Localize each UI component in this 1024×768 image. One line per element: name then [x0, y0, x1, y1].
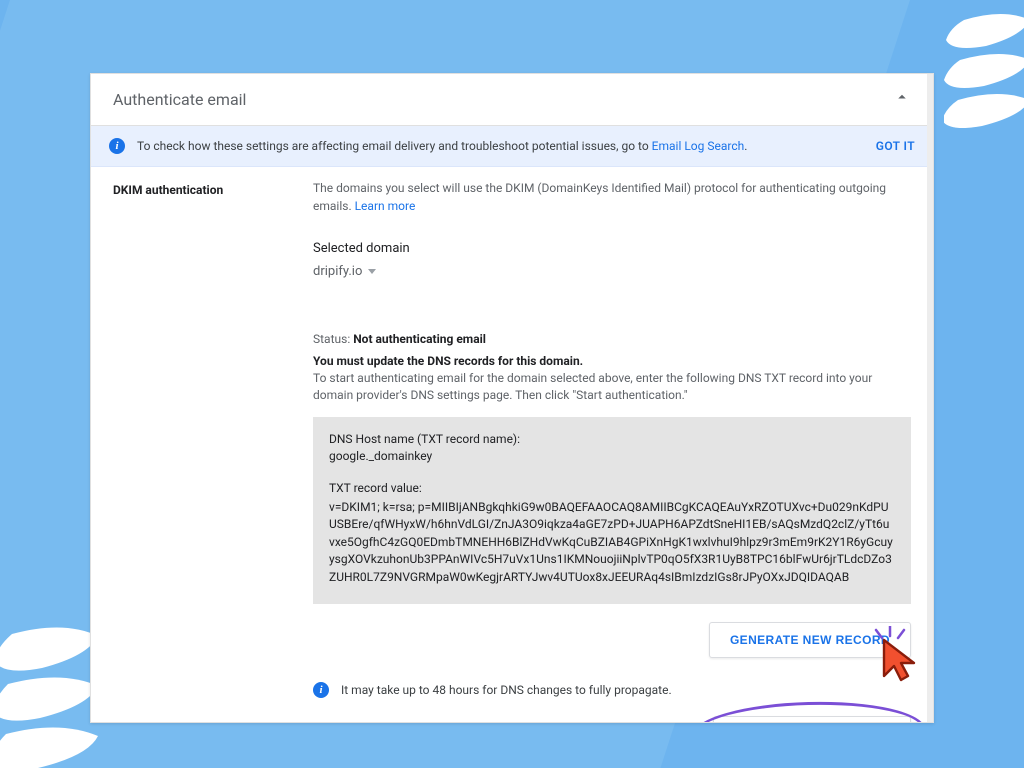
panel-header[interactable]: Authenticate email [91, 74, 933, 126]
dns-host-value: google._domainkey [329, 448, 895, 465]
info-icon: i [109, 138, 125, 154]
dns-record-box: DNS Host name (TXT record name): google.… [313, 417, 911, 604]
learn-more-link[interactable]: Learn more [355, 199, 416, 213]
settings-panel: Authenticate email i To check how these … [90, 73, 934, 723]
txt-record-value: v=DKIM1; k=rsa; p=MIIBIjANBgkqhkiG9w0BAQ… [329, 499, 895, 586]
section-heading: DKIM authentication [113, 179, 313, 723]
selected-domain-label: Selected domain [313, 241, 911, 256]
email-log-search-link[interactable]: Email Log Search [652, 139, 745, 153]
info-icon: i [313, 682, 329, 698]
dns-host-label: DNS Host name (TXT record name): [329, 431, 895, 448]
section-content: The domains you select will use the DKIM… [313, 179, 911, 723]
status-value: Not authenticating email [353, 332, 486, 346]
panel-body: DKIM authentication The domains you sele… [91, 167, 933, 723]
section-description: The domains you select will use the DKIM… [313, 179, 911, 215]
collapse-icon[interactable] [893, 87, 911, 112]
banner-text: To check how these settings are affectin… [137, 139, 747, 153]
got-it-button[interactable]: GOT IT [876, 139, 915, 153]
must-update-text: You must update the DNS records for this… [313, 354, 911, 368]
start-authentication-button[interactable]: START AUTHENTICATION [713, 716, 911, 723]
propagation-note: i It may take up to 48 hours for DNS cha… [313, 682, 911, 698]
status-line: Status: Not authenticating email [313, 332, 911, 346]
scrollbar-track[interactable] [927, 74, 933, 722]
domain-value: dripify.io [313, 264, 362, 279]
domain-dropdown[interactable]: dripify.io [313, 264, 376, 279]
generate-new-record-button[interactable]: GENERATE NEW RECORD [709, 622, 911, 658]
instructions-text: To start authenticating email for the do… [313, 370, 911, 405]
dropdown-caret-icon [368, 269, 376, 274]
info-banner: i To check how these settings are affect… [91, 126, 933, 167]
txt-record-label: TXT record value: [329, 480, 895, 497]
panel-title: Authenticate email [113, 90, 246, 109]
